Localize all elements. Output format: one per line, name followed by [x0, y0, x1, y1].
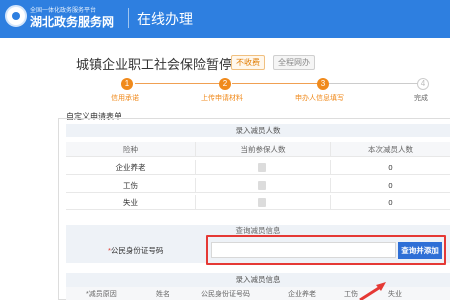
- emblem-icon: [5, 5, 27, 27]
- highlight-box: [206, 235, 446, 265]
- current-count: [196, 160, 331, 175]
- insurance-type: 工伤: [66, 178, 196, 193]
- reduce-count-input[interactable]: 0: [331, 178, 450, 193]
- column-header-type: 险种: [66, 142, 196, 157]
- step-connector-1: [135, 83, 220, 84]
- header-divider: [128, 8, 129, 28]
- step-connector-2: [232, 83, 317, 84]
- step-4-number: 4: [417, 78, 429, 90]
- step-1-number: 1: [121, 78, 133, 90]
- step-2-label: 上传申请材料: [201, 95, 243, 102]
- column-header-reduce: 本次减员人数: [368, 145, 413, 154]
- id-number-label: *公民身份证号码: [108, 245, 163, 256]
- top-header: 全国一体化政务服务平台 湖北政务服务网 在线办理: [0, 0, 450, 38]
- service-title-row: 城镇企业职工社会保险暂停 不收费 全程网办: [0, 52, 450, 74]
- annotation-arrow-icon: [359, 282, 386, 300]
- insurance-type: 失业: [66, 195, 196, 210]
- online-tag: 全程网办: [273, 55, 315, 70]
- column-header-name: 姓名: [156, 291, 170, 298]
- table-row: 工伤 0: [66, 178, 450, 193]
- step-2-number: 2: [219, 78, 231, 90]
- insurance-type: 企业养老: [66, 160, 196, 175]
- column-header-pension: 企业养老: [288, 291, 316, 298]
- site-logo-text[interactable]: 湖北政务服务网: [30, 13, 114, 30]
- table-row: 失业 0: [66, 195, 450, 210]
- step-3-number: 3: [317, 78, 329, 90]
- current-count: [196, 178, 331, 193]
- id-number-label-text: 公民身份证号码: [110, 246, 164, 255]
- table-row: 企业养老 0: [66, 160, 450, 175]
- reduce-count-section-header: 录入减员人数: [66, 124, 450, 137]
- current-count: [196, 195, 331, 210]
- masked-value: [258, 198, 266, 207]
- step-4-label: 完成: [414, 95, 428, 102]
- service-title: 城镇企业职工社会保险暂停: [76, 57, 233, 72]
- column-header-current: 当前参保人数: [196, 142, 331, 157]
- reduce-count-input[interactable]: 0: [331, 195, 450, 210]
- fee-tag: 不收费: [231, 55, 265, 70]
- header-subtitle: 在线办理: [137, 11, 193, 27]
- masked-value: [258, 181, 266, 190]
- step-1-label: 信用承诺: [111, 95, 139, 102]
- masked-value: [258, 163, 266, 172]
- step-3-label: 申办人信息填写: [295, 95, 344, 102]
- reduce-count-input[interactable]: 0: [331, 160, 450, 175]
- reduce-count-table-header: 险种 当前参保人数 本次减员人数: [66, 142, 450, 157]
- step-connector-3: [329, 83, 417, 84]
- column-header-reason: *减员原因: [86, 291, 117, 298]
- column-header-id: 公民身份证号码: [201, 291, 250, 298]
